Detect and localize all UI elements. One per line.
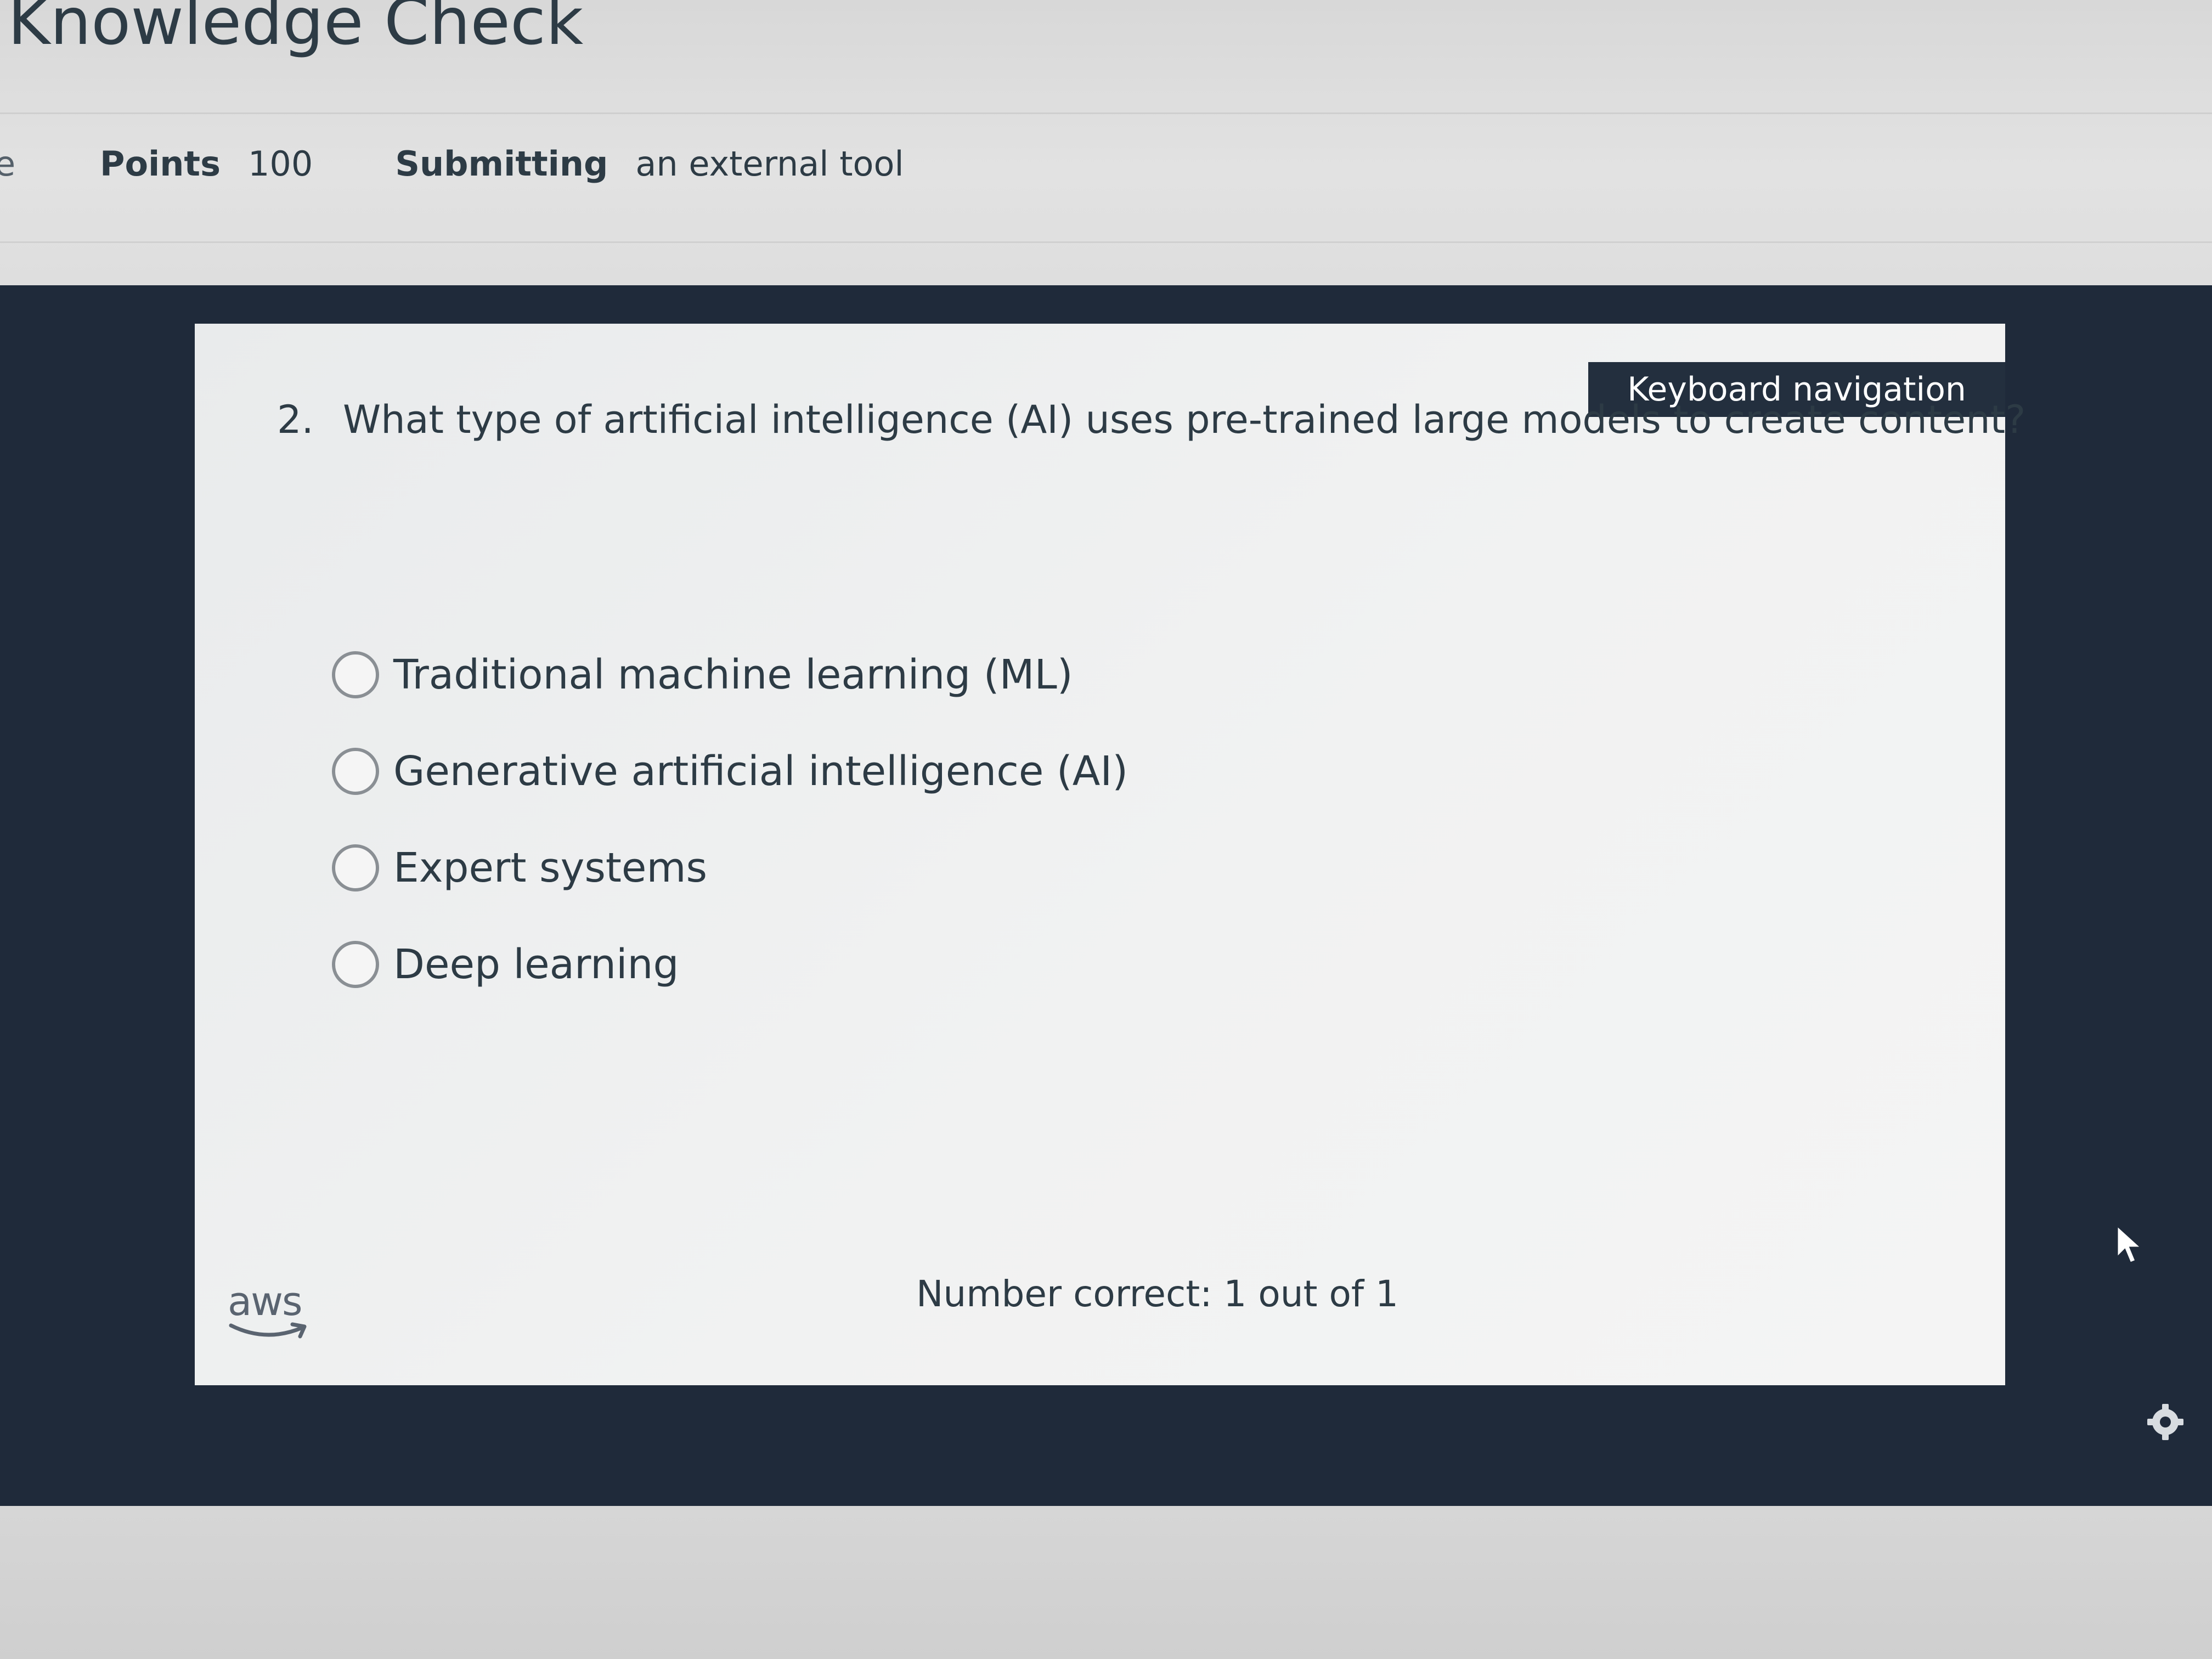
gear-icon[interactable] (2145, 1402, 2186, 1442)
points-label: Points (100, 144, 221, 184)
answer-option-label: Expert systems (393, 844, 708, 891)
submitting-label: Submitting (395, 144, 608, 184)
page-title: Knowledge Check (8, 0, 584, 59)
radio-button-icon[interactable] (332, 941, 379, 988)
radio-button-icon[interactable] (332, 651, 379, 698)
answer-option[interactable]: Generative artificial intelligence (AI) (332, 738, 1128, 804)
radio-button-icon[interactable] (332, 748, 379, 795)
answer-option[interactable]: Expert systems (332, 835, 1128, 901)
submitting-value: an external tool (635, 144, 904, 184)
answer-option-label: Deep learning (393, 941, 679, 988)
aws-logo-text: aws (228, 1278, 303, 1324)
question-text: What type of artificial intelligence (AI… (343, 397, 2026, 442)
aws-smile-icon (229, 1322, 307, 1339)
aws-logo-icon: aws (228, 1278, 315, 1350)
page-header: Knowledge Check e Points 100 Submitting an … (0, 0, 2212, 285)
question: 2. What type of artificial intelligence (… (277, 395, 2025, 444)
answer-option[interactable]: Traditional machine learning (ML) (332, 642, 1128, 708)
question-number: 2. (277, 397, 314, 442)
details-divider (0, 241, 2212, 243)
header-divider (0, 112, 2212, 114)
answer-option[interactable]: Deep learning (332, 932, 1128, 997)
answer-option-label: Generative artificial intelligence (AI) (393, 748, 1128, 795)
score-text: Number correct: 1 out of 1 (916, 1273, 1399, 1315)
mouse-pointer-icon (2116, 1223, 2143, 1264)
assignment-details: Points 100 Submitting an external tool (100, 144, 904, 184)
quiz-card: Keyboard navigation 2. What type of artif… (195, 324, 2025, 1385)
answer-options: Traditional machine learning (ML) Genera… (332, 642, 1128, 1028)
answer-option-label: Traditional machine learning (ML) (393, 651, 1073, 698)
page-footer (0, 1506, 2212, 1659)
radio-button-icon[interactable] (332, 844, 379, 891)
points-value: 100 (247, 144, 313, 184)
truncated-label: e (0, 144, 16, 184)
